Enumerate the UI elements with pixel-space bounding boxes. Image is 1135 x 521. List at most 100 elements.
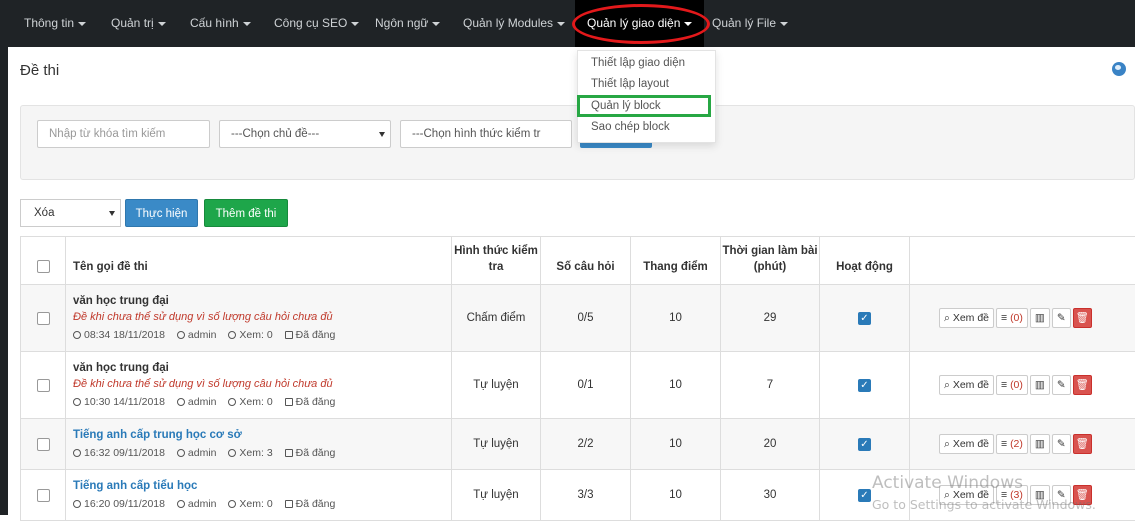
row-checkbox[interactable]: [37, 438, 50, 451]
active-checkbox[interactable]: ✓: [858, 489, 871, 502]
nav-item-quan-tri[interactable]: Quản trị: [111, 0, 166, 47]
nav-item-cong-cu-seo[interactable]: Công cụ SEO: [274, 0, 359, 47]
row-select-cell: [21, 419, 66, 470]
gear-icon: [285, 398, 293, 406]
clock-icon: [73, 449, 81, 457]
table-header-row: Tên gọi đề thi Hình thức kiểm tra Số câu…: [21, 237, 1135, 285]
questions-list-button[interactable]: ≡ (0): [996, 375, 1028, 395]
view-exam-button[interactable]: ⌕ Xem đề: [939, 308, 994, 328]
statistics-button[interactable]: ▥: [1030, 434, 1050, 454]
trash-icon: 🗑: [1075, 379, 1088, 391]
table-row: văn học trung đại Đề khi chưa thể sử dụn…: [21, 285, 1135, 352]
exam-warning: Đề khi chưa thể sử dụng vì số lượng câu …: [73, 309, 451, 325]
header-questions: Số câu hỏi: [541, 237, 631, 285]
gear-icon: [285, 449, 293, 457]
edit-icon: ✎: [1057, 312, 1066, 324]
questions-list-button[interactable]: ≡ (0): [996, 308, 1028, 328]
dropdown-item-theme-settings[interactable]: Thiết lập giao diện: [591, 57, 685, 69]
row-select-cell: [21, 285, 66, 352]
execute-button[interactable]: Thực hiện: [125, 199, 198, 227]
test-type-select[interactable]: ---Chọn hình thức kiểm tr: [400, 120, 572, 148]
header-actions: [910, 237, 1135, 285]
select-caret-icon: [109, 211, 115, 216]
nav-item-thong-tin[interactable]: Thông tin: [24, 0, 86, 47]
exam-duration-cell: 30: [721, 470, 820, 521]
active-checkbox[interactable]: ✓: [858, 379, 871, 392]
row-select-cell: [21, 470, 66, 521]
edit-button[interactable]: ✎: [1052, 375, 1071, 395]
exam-warning: Đề khi chưa thể sử dụng vì số lượng câu …: [73, 376, 451, 392]
nav-item-quan-ly-file[interactable]: Quản lý File: [712, 0, 788, 47]
view-exam-button[interactable]: ⌕ Xem đề: [939, 434, 994, 454]
select-caret-icon: [379, 132, 385, 137]
caret-down-icon: [432, 22, 440, 26]
edit-icon: ✎: [1057, 379, 1066, 391]
nav-item-ngon-ngu[interactable]: Ngôn ngữ: [375, 0, 440, 47]
bar-chart-icon: ▥: [1035, 312, 1045, 324]
exam-title[interactable]: văn học trung đại: [73, 293, 451, 309]
row-checkbox[interactable]: [37, 489, 50, 502]
delete-button[interactable]: 🗑: [1073, 308, 1092, 328]
exam-scale-cell: 10: [631, 419, 721, 470]
search-icon: ⌕: [944, 379, 950, 391]
actions-cell: ⌕ Xem đề≡ (0) ▥ ✎ 🗑: [910, 352, 1135, 419]
trash-icon: 🗑: [1075, 312, 1088, 324]
active-checkbox[interactable]: ✓: [858, 312, 871, 325]
nav-item-cau-hinh[interactable]: Cấu hình: [190, 0, 251, 47]
header-name: Tên gọi đề thi: [66, 237, 452, 285]
exam-active-cell: ✓: [820, 352, 910, 419]
exam-meta: 16:20 09/11/2018 admin Xem: 0 Đã đăng: [73, 496, 451, 512]
caret-down-icon: [780, 22, 788, 26]
keyword-search-input[interactable]: Nhập từ khóa tìm kiếm: [37, 120, 210, 148]
globe-icon[interactable]: [1112, 62, 1126, 76]
gear-icon: [285, 500, 293, 508]
row-checkbox[interactable]: [37, 379, 50, 392]
active-checkbox[interactable]: ✓: [858, 438, 871, 451]
search-icon: [228, 331, 236, 339]
edit-icon: ✎: [1057, 438, 1066, 450]
search-icon: [228, 449, 236, 457]
exam-title[interactable]: Tiếng anh cấp tiểu học: [73, 478, 451, 494]
exam-type-cell: Chấm điểm: [452, 285, 541, 352]
list-icon: ≡: [1001, 438, 1007, 450]
search-icon: [228, 500, 236, 508]
select-all-header: [21, 237, 66, 285]
row-checkbox[interactable]: [37, 312, 50, 325]
exam-type-cell: Tự luyện: [452, 352, 541, 419]
table-row: văn học trung đại Đề khi chưa thể sử dụn…: [21, 352, 1135, 419]
row-select-cell: [21, 352, 66, 419]
delete-button[interactable]: 🗑: [1073, 434, 1092, 454]
exam-title[interactable]: văn học trung đại: [73, 360, 451, 376]
exam-type-cell: Tự luyện: [452, 419, 541, 470]
page-title: Đề thi: [20, 62, 59, 79]
activate-windows-watermark: Activate Windows Go to Settings to activ…: [872, 472, 1096, 516]
edit-button[interactable]: ✎: [1052, 308, 1071, 328]
exam-questions-cell: 3/3: [541, 470, 631, 521]
dropdown-item-layout-settings[interactable]: Thiết lập layout: [591, 78, 669, 90]
dropdown-item-copy-block[interactable]: Sao chép block: [591, 121, 670, 133]
exam-name-cell: văn học trung đại Đề khi chưa thể sử dụn…: [66, 285, 452, 352]
exam-meta: 10:30 14/11/2018 admin Xem: 0 Đã đăng: [73, 394, 451, 410]
exam-title[interactable]: Tiếng anh cấp trung học cơ sở: [73, 427, 451, 443]
bulk-action-select[interactable]: Xóa: [20, 199, 121, 227]
delete-button[interactable]: 🗑: [1073, 375, 1092, 395]
nav-item-quan-ly-modules[interactable]: Quản lý Modules: [463, 0, 565, 47]
bar-chart-icon: ▥: [1035, 379, 1045, 391]
exam-scale-cell: 10: [631, 470, 721, 521]
actions-cell: ⌕ Xem đề≡ (2)▥ ✎ 🗑: [910, 419, 1135, 470]
view-exam-button[interactable]: ⌕ Xem đề: [939, 375, 994, 395]
exam-scale-cell: 10: [631, 352, 721, 419]
actions-cell: ⌕ Xem đề≡ (0) ▥ ✎ 🗑: [910, 285, 1135, 352]
select-all-checkbox[interactable]: [37, 260, 50, 273]
exam-duration-cell: 20: [721, 419, 820, 470]
edit-button[interactable]: ✎: [1052, 434, 1071, 454]
add-exam-button[interactable]: Thêm đề thi: [204, 199, 288, 227]
exam-meta: 08:34 18/11/2018 admin Xem: 0 Đã đăng: [73, 327, 451, 343]
user-icon: [177, 500, 185, 508]
statistics-button[interactable]: ▥: [1030, 308, 1050, 328]
exam-scale-cell: 10: [631, 285, 721, 352]
topic-select[interactable]: ---Chọn chủ đề---: [219, 120, 391, 148]
green-annotation-box: [577, 95, 711, 117]
questions-list-button[interactable]: ≡ (2): [996, 434, 1028, 454]
statistics-button[interactable]: ▥: [1030, 375, 1050, 395]
